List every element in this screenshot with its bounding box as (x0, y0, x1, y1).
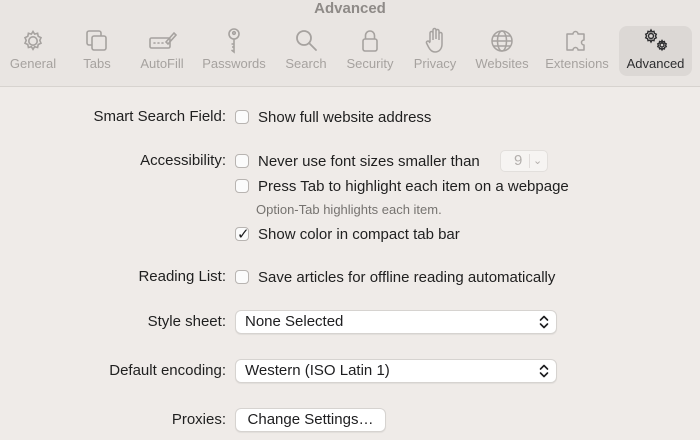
reading-list-label: Reading List: (138, 268, 226, 285)
tab-label: Search (285, 56, 327, 71)
tab-label: Websites (475, 56, 529, 71)
lock-icon (343, 26, 397, 56)
puzzle-icon (543, 26, 611, 56)
compact-tab-color-label: Show color in compact tab bar (258, 225, 460, 243)
min-font-label: Never use font sizes smaller than (258, 152, 480, 170)
min-font-size-popup[interactable]: 9 ⌄ (500, 150, 548, 172)
show-full-address-label: Show full website address (258, 108, 432, 126)
tab-autofill[interactable]: AutoFill (136, 26, 188, 76)
compact-tab-color-option[interactable]: Show color in compact tab bar (235, 224, 460, 244)
style-sheet-value: None Selected (245, 313, 344, 330)
up-down-chevron-icon (538, 363, 550, 379)
default-encoding-label: Default encoding: (109, 362, 226, 379)
tab-label: General (9, 56, 57, 71)
tab-passwords[interactable]: Passwords (199, 26, 269, 76)
smart-search-label: Smart Search Field: (93, 108, 226, 125)
advanced-settings-panel: Smart Search Field: Show full website ad… (0, 86, 700, 440)
search-icon (282, 26, 330, 56)
tab-search[interactable]: Search (282, 26, 330, 76)
proxies-label: Proxies: (171, 411, 226, 428)
tab-label: Security (346, 56, 394, 71)
tab-websites[interactable]: Websites (472, 26, 532, 76)
style-sheet-popup[interactable]: None Selected (235, 310, 557, 334)
tab-privacy[interactable]: Privacy (410, 26, 460, 76)
tab-highlight-option[interactable]: Press Tab to highlight each item on a we… (235, 176, 569, 196)
autofill-icon (136, 26, 188, 56)
default-encoding-popup[interactable]: Western (ISO Latin 1) (235, 359, 557, 383)
show-full-address-checkbox[interactable] (235, 110, 249, 124)
min-font-size-value: 9 (514, 152, 523, 169)
offline-reading-label: Save articles for offline reading automa… (258, 268, 556, 286)
globe-icon (472, 26, 532, 56)
gears-icon (619, 26, 692, 56)
tab-label: AutoFill (140, 56, 184, 71)
tab-highlight-checkbox[interactable] (235, 179, 249, 193)
popup-divider (529, 154, 530, 168)
style-sheet-label: Style sheet: (147, 313, 226, 330)
tab-general[interactable]: General (4, 26, 62, 76)
tab-label: Privacy (413, 56, 457, 71)
preferences-toolbar: General Tabs AutoFill Passwords Search S… (0, 24, 700, 78)
tab-highlight-note: Option-Tab highlights each item. (256, 202, 442, 217)
tab-label: Tabs (83, 56, 111, 71)
chevron-down-icon: ⌄ (533, 155, 543, 167)
offline-reading-option[interactable]: Save articles for offline reading automa… (235, 267, 555, 287)
min-font-checkbox[interactable] (235, 154, 249, 168)
tab-label: Passwords (202, 56, 266, 71)
tab-extensions[interactable]: Extensions (543, 26, 611, 76)
window-titlebar: Advanced General Tabs AutoFill Passwords… (0, 0, 700, 87)
show-full-address-option[interactable]: Show full website address (235, 107, 431, 127)
hand-icon (410, 26, 460, 56)
accessibility-label: Accessibility: (140, 152, 226, 169)
gear-icon (4, 26, 62, 56)
tab-security[interactable]: Security (343, 26, 397, 76)
offline-reading-checkbox[interactable] (235, 270, 249, 284)
change-settings-button[interactable]: Change Settings… (235, 408, 386, 432)
window-title: Advanced (314, 0, 386, 17)
default-encoding-value: Western (ISO Latin 1) (245, 362, 390, 379)
up-down-chevron-icon (538, 314, 550, 330)
compact-tab-color-checkbox[interactable] (235, 225, 250, 243)
tab-advanced[interactable]: Advanced (619, 26, 692, 76)
tab-label: Extensions (545, 56, 609, 71)
tab-highlight-label: Press Tab to highlight each item on a we… (258, 177, 569, 195)
tab-tabs[interactable]: Tabs (76, 26, 118, 76)
key-icon (199, 26, 269, 56)
tabs-icon (76, 26, 118, 56)
tab-label: Advanced (626, 56, 685, 71)
min-font-option[interactable]: Never use font sizes smaller than (235, 151, 480, 171)
